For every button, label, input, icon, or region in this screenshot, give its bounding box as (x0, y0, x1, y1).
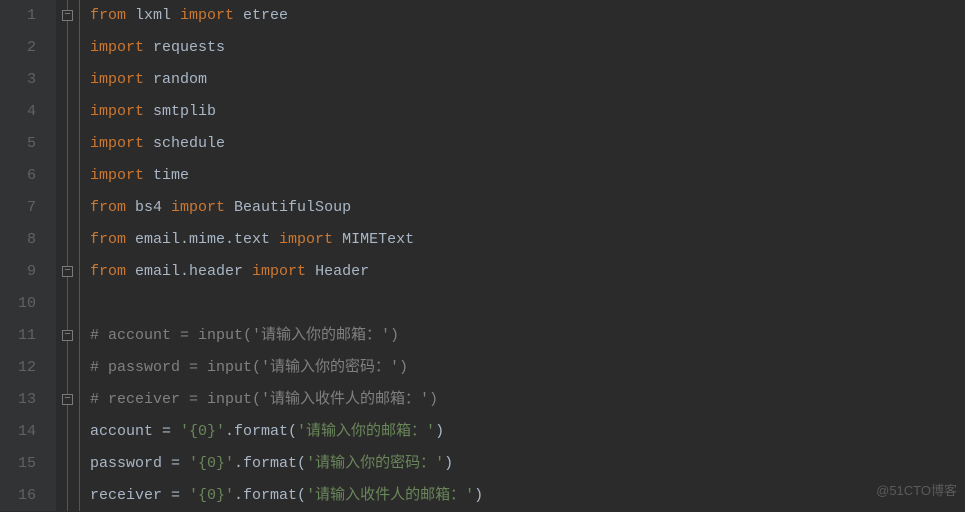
code-token: '请输入你的密码：' (306, 455, 444, 472)
code-line[interactable]: import requests (90, 32, 483, 64)
code-line[interactable]: account = '{0}'.format('请输入你的邮箱：') (90, 416, 483, 448)
code-token: import (90, 167, 144, 184)
code-token: schedule (144, 135, 225, 152)
code-token: from (90, 7, 126, 24)
line-number: 10 (0, 288, 36, 320)
line-number-gutter: 12345678910111213141516 (0, 0, 56, 511)
code-token: from (90, 231, 126, 248)
watermark-text: @51CTO博客 (876, 475, 957, 507)
code-line[interactable]: # password = input('请输入你的密码：') (90, 352, 483, 384)
code-line[interactable]: import smtplib (90, 96, 483, 128)
code-token: import (90, 71, 144, 88)
line-number: 5 (0, 128, 36, 160)
line-number: 12 (0, 352, 36, 384)
line-number: 1 (0, 0, 36, 32)
fold-toggle-icon[interactable] (62, 266, 73, 277)
code-token: requests (144, 39, 225, 56)
line-number: 15 (0, 448, 36, 480)
code-token: BeautifulSoup (225, 199, 351, 216)
code-token: etree (234, 7, 288, 24)
code-line[interactable]: import time (90, 160, 483, 192)
code-token: time (144, 167, 189, 184)
code-line[interactable]: receiver = '{0}'.format('请输入收件人的邮箱：') (90, 480, 483, 512)
code-token: import (279, 231, 333, 248)
indent-guide (67, 0, 68, 511)
code-token: .format( (234, 487, 306, 504)
code-token: receiver = (90, 487, 189, 504)
line-number: 4 (0, 96, 36, 128)
code-line[interactable]: from bs4 import BeautifulSoup (90, 192, 483, 224)
code-token: MIMEText (333, 231, 414, 248)
code-line[interactable]: import random (90, 64, 483, 96)
code-token: from (90, 199, 126, 216)
code-token: import (252, 263, 306, 280)
line-number: 2 (0, 32, 36, 64)
code-area[interactable]: from lxml import etreeimport requestsimp… (80, 0, 483, 511)
code-token: ) (444, 455, 453, 472)
line-number: 11 (0, 320, 36, 352)
line-number: 14 (0, 416, 36, 448)
code-line[interactable]: password = '{0}'.format('请输入你的密码：') (90, 448, 483, 480)
code-line[interactable]: import schedule (90, 128, 483, 160)
code-token: bs4 (126, 199, 171, 216)
code-token: # account = input('请输入你的邮箱：') (90, 327, 399, 344)
code-editor[interactable]: 12345678910111213141516 from lxml import… (0, 0, 965, 511)
fold-toggle-icon[interactable] (62, 330, 73, 341)
line-number: 9 (0, 256, 36, 288)
code-token: import (171, 199, 225, 216)
code-token: # receiver = input('请输入收件人的邮箱：') (90, 391, 438, 408)
line-number: 16 (0, 480, 36, 512)
code-token: .format( (234, 455, 306, 472)
code-token: import (90, 103, 144, 120)
code-line[interactable] (90, 288, 483, 320)
fold-toggle-icon[interactable] (62, 394, 73, 405)
code-token: ) (474, 487, 483, 504)
code-line[interactable]: # account = input('请输入你的邮箱：') (90, 320, 483, 352)
line-number: 13 (0, 384, 36, 416)
code-token: smtplib (144, 103, 216, 120)
code-token: import (180, 7, 234, 24)
code-token: import (90, 39, 144, 56)
code-token: password = (90, 455, 189, 472)
line-number: 8 (0, 224, 36, 256)
code-token: import (90, 135, 144, 152)
code-token: email.header (126, 263, 252, 280)
code-token: '请输入你的邮箱：' (297, 423, 435, 440)
code-token: '{0}' (189, 455, 234, 472)
code-token: account = (90, 423, 180, 440)
code-line[interactable]: # receiver = input('请输入收件人的邮箱：') (90, 384, 483, 416)
line-number: 7 (0, 192, 36, 224)
code-token: email.mime.text (126, 231, 279, 248)
code-token: '{0}' (180, 423, 225, 440)
code-token: .format( (225, 423, 297, 440)
code-token: '请输入收件人的邮箱：' (306, 487, 474, 504)
code-line[interactable]: from email.header import Header (90, 256, 483, 288)
code-line[interactable]: from email.mime.text import MIMEText (90, 224, 483, 256)
fold-column (56, 0, 80, 511)
code-token: # password = input('请输入你的密码：') (90, 359, 408, 376)
fold-toggle-icon[interactable] (62, 10, 73, 21)
code-token: '{0}' (189, 487, 234, 504)
code-token: Header (306, 263, 369, 280)
code-line[interactable]: from lxml import etree (90, 0, 483, 32)
code-token: lxml (126, 7, 180, 24)
line-number: 3 (0, 64, 36, 96)
code-token: from (90, 263, 126, 280)
line-number: 6 (0, 160, 36, 192)
code-token: random (144, 71, 207, 88)
code-token: ) (435, 423, 444, 440)
